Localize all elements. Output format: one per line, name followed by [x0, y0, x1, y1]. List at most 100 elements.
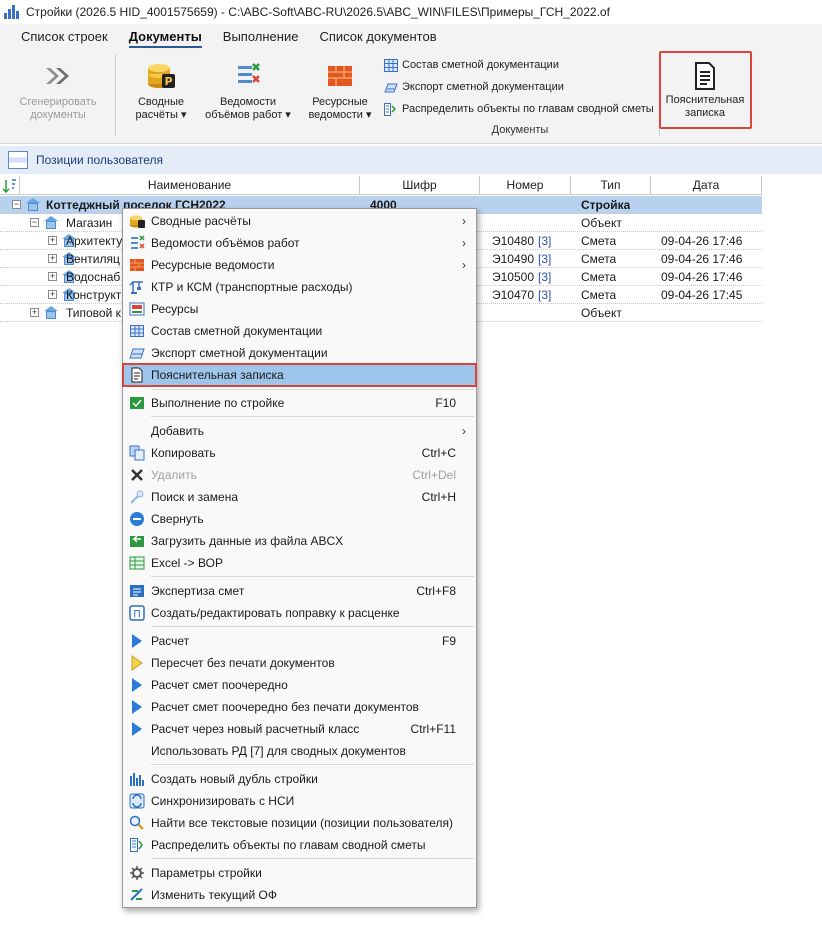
menu-item-project-params[interactable]: Параметры стройки: [123, 862, 476, 884]
panel-title[interactable]: Позиции пользователя: [36, 153, 163, 167]
sort-icon[interactable]: [0, 176, 20, 195]
col-name[interactable]: Наименование: [20, 176, 360, 195]
export-icon: [384, 81, 398, 94]
building-icon: [26, 198, 40, 211]
row-name: Архитекту: [66, 234, 123, 248]
menu-item-recalc-no-print[interactable]: Пересчет без печати документов: [123, 652, 476, 674]
user-positions-panel-header: Позиции пользователя: [0, 146, 822, 174]
context-menu: Сводные расчёты › Ведомости объёмов рабо…: [122, 208, 477, 908]
row-number-link[interactable]: [3]: [538, 286, 551, 304]
row-number-link[interactable]: [3]: [538, 232, 551, 250]
menu-item-resource-statements[interactable]: Ресурсные ведомости ›: [123, 254, 476, 276]
menu-separator: [151, 626, 474, 627]
menu-item-transport-costs[interactable]: КТР и КСМ (транспортные расходы): [123, 276, 476, 298]
distribute-icon: [129, 837, 145, 853]
tab-documents-list[interactable]: Список документов: [312, 24, 450, 50]
col-type[interactable]: Тип: [571, 176, 651, 195]
menu-item-work-volumes[interactable]: Ведомости объёмов работ ›: [123, 232, 476, 254]
expand-icon[interactable]: +: [30, 308, 39, 317]
menu-item-calculate[interactable]: Расчет F9: [123, 630, 476, 652]
title-bar: Стройки (2026.5 HID_4001575659) - C:\ABC…: [0, 0, 822, 24]
row-number-link[interactable]: [3]: [538, 268, 551, 286]
menu-item-find-text-positions[interactable]: Найти все текстовые позиции (позиции пол…: [123, 812, 476, 834]
distribute-objects-button[interactable]: Распределить объекты по главам сводной с…: [384, 99, 654, 119]
col-code[interactable]: Шифр: [360, 176, 480, 195]
row-type: Смета: [581, 270, 617, 284]
col-date[interactable]: Дата: [651, 176, 762, 195]
collapse-icon[interactable]: −: [12, 200, 21, 209]
svg-text:П: П: [133, 609, 141, 620]
menu-item-change-of[interactable]: Изменить текущий ОФ: [123, 884, 476, 906]
menu-item-calc-sequential-no-print[interactable]: Расчет смет поочередно без печати докуме…: [123, 696, 476, 718]
row-number-link[interactable]: [3]: [538, 250, 551, 268]
bricks-icon: [129, 257, 145, 273]
ribbon-tabs: Список строек Документы Выполнение Списо…: [0, 24, 822, 50]
menu-item-resources[interactable]: Ресурсы: [123, 298, 476, 320]
building-icon: [44, 306, 58, 319]
collapse-icon[interactable]: −: [30, 218, 39, 227]
summary-calculations-button[interactable]: P Сводные расчёты ▾: [124, 60, 198, 122]
building-icon: [44, 216, 58, 229]
expand-icon[interactable]: +: [48, 272, 57, 281]
menu-item-find-replace[interactable]: Поиск и замена Ctrl+H: [123, 486, 476, 508]
row-date: 09-04-26 17:46: [661, 270, 743, 284]
export-icon: [129, 345, 145, 361]
menu-item-add[interactable]: Добавить ›: [123, 420, 476, 442]
change-icon: [129, 887, 145, 903]
menu-item-use-rd[interactable]: Использовать РД [7] для сводных документ…: [123, 740, 476, 762]
menu-item-excel-vor[interactable]: Excel -> ВОР: [123, 552, 476, 574]
grid-header: Наименование Шифр Номер Тип Дата: [0, 176, 762, 195]
row-type: Смета: [581, 234, 617, 248]
play-blue-icon: [129, 677, 145, 693]
menu-item-sync-nsi[interactable]: Синхронизировать с НСИ: [123, 790, 476, 812]
menu-item-calc-new-class[interactable]: Расчет через новый расчетный класс Ctrl+…: [123, 718, 476, 740]
add-icon: [129, 423, 145, 439]
menu-item-collapse[interactable]: Свернуть: [123, 508, 476, 530]
menu-item-distribute[interactable]: Распределить объекты по главам сводной с…: [123, 834, 476, 856]
resource-statements-button[interactable]: Ресурсные ведомости ▾: [302, 60, 378, 122]
expand-icon[interactable]: +: [48, 254, 57, 263]
menu-item-composition[interactable]: Состав сметной документации: [123, 320, 476, 342]
collapse-circle-icon: [129, 511, 145, 527]
menu-item-calc-sequential[interactable]: Расчет смет поочередно: [123, 674, 476, 696]
ribbon-separator: [115, 54, 116, 136]
expand-icon[interactable]: +: [48, 290, 57, 299]
execution-icon: [129, 395, 145, 411]
menu-item-delete[interactable]: Удалить Ctrl+Del: [123, 464, 476, 486]
menu-item-load-abcx[interactable]: Загрузить данные из файла ABCX: [123, 530, 476, 552]
row-type: Объект: [581, 216, 622, 230]
bricks-icon: [324, 60, 356, 92]
composition-button[interactable]: Состав сметной документации: [384, 55, 559, 75]
work-volumes-button[interactable]: Ведомости объёмов работ ▾: [198, 60, 298, 122]
tab-documents[interactable]: Документы: [122, 24, 216, 50]
volumes-list-icon: [129, 235, 145, 251]
tab-execution[interactable]: Выполнение: [216, 24, 313, 50]
menu-item-explanatory-note[interactable]: Пояснительная записка: [122, 363, 477, 387]
menu-item-execution[interactable]: Выполнение по стройке F10: [123, 392, 476, 414]
documents-group-label: Документы: [491, 124, 549, 136]
menu-item-copy[interactable]: Копировать Ctrl+C: [123, 442, 476, 464]
row-date: 09-04-26 17:45: [661, 288, 743, 302]
menu-item-expertise[interactable]: Экспертиза смет Ctrl+F8: [123, 580, 476, 602]
row-type: Смета: [581, 288, 617, 302]
row-name: Конструкт: [66, 288, 122, 302]
col-number[interactable]: Номер: [480, 176, 571, 195]
menu-item-rate-correction[interactable]: П Создать/редактировать поправку к расце…: [123, 602, 476, 624]
document-icon: [129, 367, 145, 383]
menu-item-summary-calculations[interactable]: Сводные расчёты ›: [123, 210, 476, 232]
coins-icon: [129, 213, 145, 229]
menu-item-export[interactable]: Экспорт сметной документации: [123, 342, 476, 364]
row-name: Магазин: [66, 216, 113, 230]
row-date: 09-04-26 17:46: [661, 252, 743, 266]
duplicate-icon: [129, 771, 145, 787]
export-button[interactable]: Экспорт сметной документации: [384, 77, 564, 97]
menu-separator: [151, 576, 474, 577]
tab-stroyki-list[interactable]: Список строек: [14, 24, 122, 50]
svg-text:P: P: [164, 75, 172, 88]
expand-icon[interactable]: +: [48, 236, 57, 245]
generate-documents-button[interactable]: Сгенерировать документы: [10, 60, 106, 122]
play-blue-icon: [129, 699, 145, 715]
sync-icon: [129, 793, 145, 809]
menu-item-create-duplicate[interactable]: Создать новый дубль стройки: [123, 768, 476, 790]
row-type: Стройка: [581, 198, 631, 212]
